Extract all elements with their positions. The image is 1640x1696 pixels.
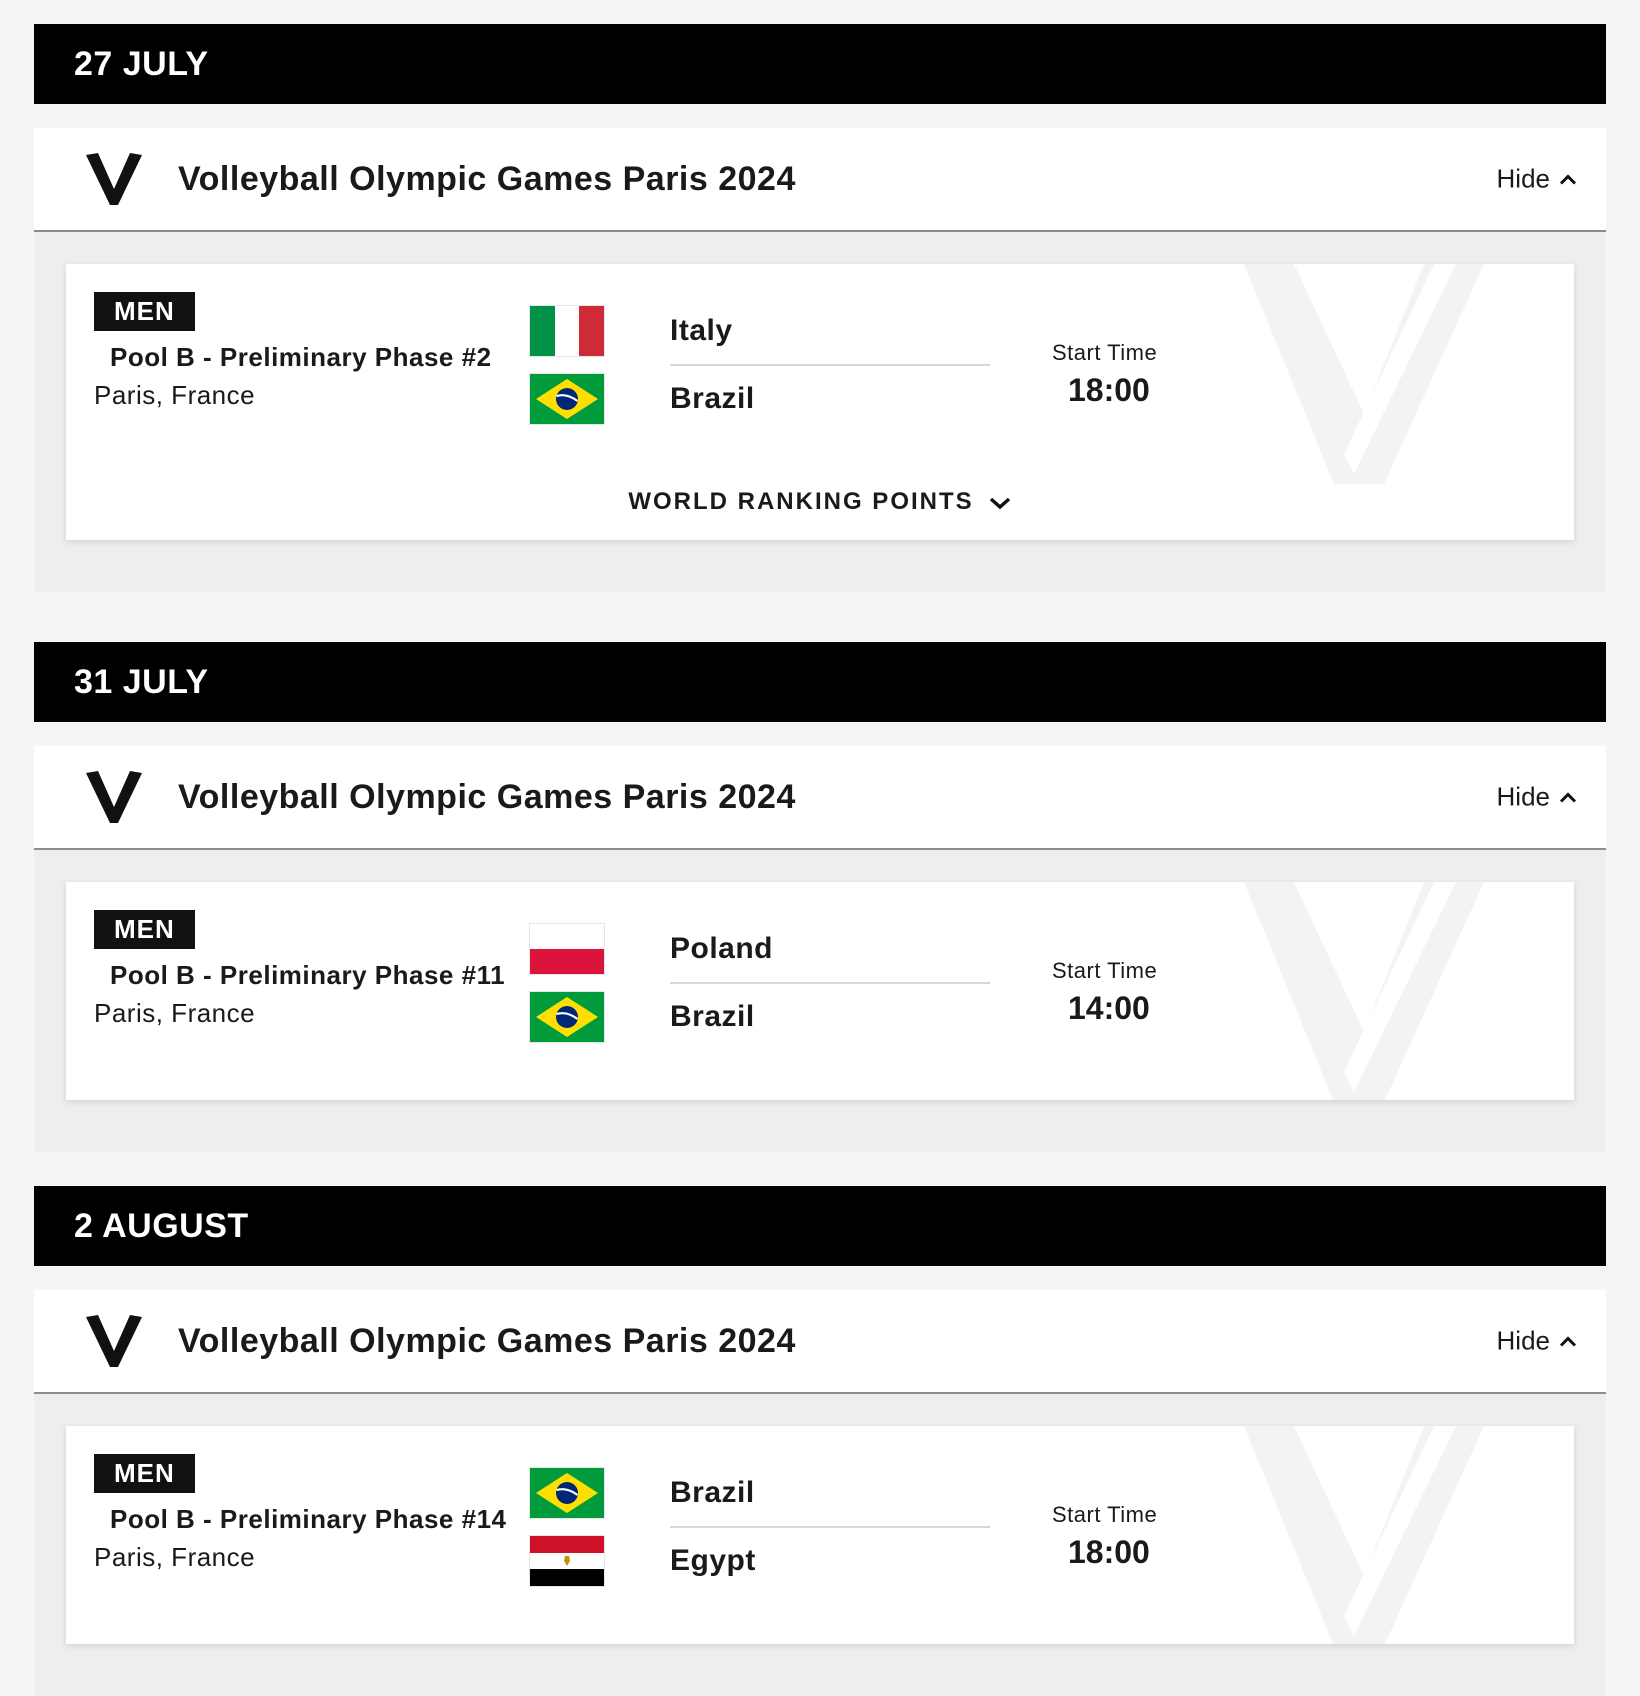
- team2-name[interactable]: Brazil: [670, 1000, 755, 1034]
- event-header: Volleyball Olympic Games Paris 2024 Hide: [34, 1290, 1606, 1394]
- hide-toggle-button[interactable]: Hide: [1497, 782, 1578, 813]
- gender-badge: MEN: [94, 910, 195, 949]
- team-divider: [670, 982, 990, 984]
- chevron-up-icon: [1558, 1335, 1578, 1347]
- date-header: 2 AUGUST: [34, 1186, 1606, 1266]
- match-card[interactable]: MEN Pool B - Preliminary Phase #11 Paris…: [66, 882, 1574, 1100]
- start-time-value: 18:00: [1068, 1534, 1150, 1570]
- chevron-down-icon: [988, 496, 1012, 510]
- start-time-label: Start Time: [1052, 1502, 1158, 1527]
- chevron-up-icon: [1558, 173, 1578, 185]
- gender-badge: MEN: [94, 292, 195, 331]
- event-title: Volleyball Olympic Games Paris 2024: [178, 777, 796, 816]
- volleyball-logo-icon: [84, 149, 144, 209]
- start-time-value: 18:00: [1068, 372, 1150, 408]
- match-card[interactable]: MEN Pool B - Preliminary Phase #2 Paris,…: [66, 264, 1574, 540]
- world-ranking-points-toggle[interactable]: WORLD RANKING POINTS: [66, 488, 1574, 516]
- date-label: 27 JULY: [74, 44, 209, 83]
- day-section-27-july: 27 JULY Volleyball Olympic Games Paris 2…: [34, 24, 1606, 592]
- date-header: 27 JULY: [34, 24, 1606, 104]
- poland-flag-icon: [530, 924, 604, 974]
- team1-name[interactable]: Italy: [670, 314, 733, 348]
- event-body: MEN Pool B - Preliminary Phase #14 Paris…: [34, 1394, 1606, 1696]
- match-phase: Pool B - Preliminary Phase #11: [110, 960, 506, 990]
- team-divider: [670, 1526, 990, 1528]
- hide-label: Hide: [1496, 781, 1550, 812]
- hide-toggle-button[interactable]: Hide: [1497, 1326, 1578, 1357]
- team2-name[interactable]: Brazil: [670, 382, 755, 416]
- start-time-label: Start Time: [1052, 340, 1158, 365]
- match-phase: Pool B - Preliminary Phase #14: [110, 1504, 507, 1534]
- match-card[interactable]: MEN Pool B - Preliminary Phase #14 Paris…: [66, 1426, 1574, 1644]
- day-section-2-august: 2 AUGUST Volleyball Olympic Games Paris …: [34, 1186, 1606, 1696]
- event-body: MEN Pool B - Preliminary Phase #11 Paris…: [34, 850, 1606, 1152]
- hide-label: Hide: [1496, 163, 1550, 194]
- start-time-label: Start Time: [1052, 958, 1158, 983]
- volleyball-logo-icon: [84, 1311, 144, 1371]
- event-title: Volleyball Olympic Games Paris 2024: [178, 1321, 796, 1360]
- start-time-value: 14:00: [1068, 990, 1150, 1026]
- event-panel: Volleyball Olympic Games Paris 2024 Hide…: [34, 746, 1606, 1152]
- event-panel: Volleyball Olympic Games Paris 2024 Hide…: [34, 128, 1606, 592]
- date-label: 31 JULY: [74, 662, 209, 701]
- brazil-flag-icon: [530, 374, 604, 424]
- volleyball-watermark-icon: [1234, 1426, 1534, 1644]
- team1-name[interactable]: Poland: [670, 932, 773, 966]
- volleyball-logo-icon: [84, 767, 144, 827]
- volleyball-watermark-icon: [1234, 882, 1534, 1100]
- team1-name[interactable]: Brazil: [670, 1476, 755, 1510]
- date-label: 2 AUGUST: [74, 1206, 249, 1245]
- egypt-flag-icon: [530, 1536, 604, 1586]
- chevron-up-icon: [1558, 791, 1578, 803]
- match-phase: Pool B - Preliminary Phase #2: [110, 342, 492, 372]
- world-ranking-points-label: WORLD RANKING POINTS: [628, 488, 974, 515]
- hide-toggle-button[interactable]: Hide: [1497, 164, 1578, 195]
- event-header: Volleyball Olympic Games Paris 2024 Hide: [34, 128, 1606, 232]
- event-header: Volleyball Olympic Games Paris 2024 Hide: [34, 746, 1606, 850]
- hide-label: Hide: [1496, 1325, 1550, 1356]
- event-title: Volleyball Olympic Games Paris 2024: [178, 159, 796, 198]
- italy-flag-icon: [530, 306, 604, 356]
- date-header: 31 JULY: [34, 642, 1606, 722]
- team-divider: [670, 364, 990, 366]
- match-location: Paris, France: [94, 998, 256, 1028]
- match-location: Paris, France: [94, 1542, 256, 1572]
- match-location: Paris, France: [94, 380, 256, 410]
- team2-name[interactable]: Egypt: [670, 1544, 756, 1578]
- gender-badge: MEN: [94, 1454, 195, 1493]
- brazil-flag-icon: [530, 992, 604, 1042]
- event-panel: Volleyball Olympic Games Paris 2024 Hide…: [34, 1290, 1606, 1696]
- volleyball-watermark-icon: [1234, 264, 1534, 484]
- day-section-31-july: 31 JULY Volleyball Olympic Games Paris 2…: [34, 642, 1606, 1152]
- brazil-flag-icon: [530, 1468, 604, 1518]
- event-body: MEN Pool B - Preliminary Phase #2 Paris,…: [34, 232, 1606, 592]
